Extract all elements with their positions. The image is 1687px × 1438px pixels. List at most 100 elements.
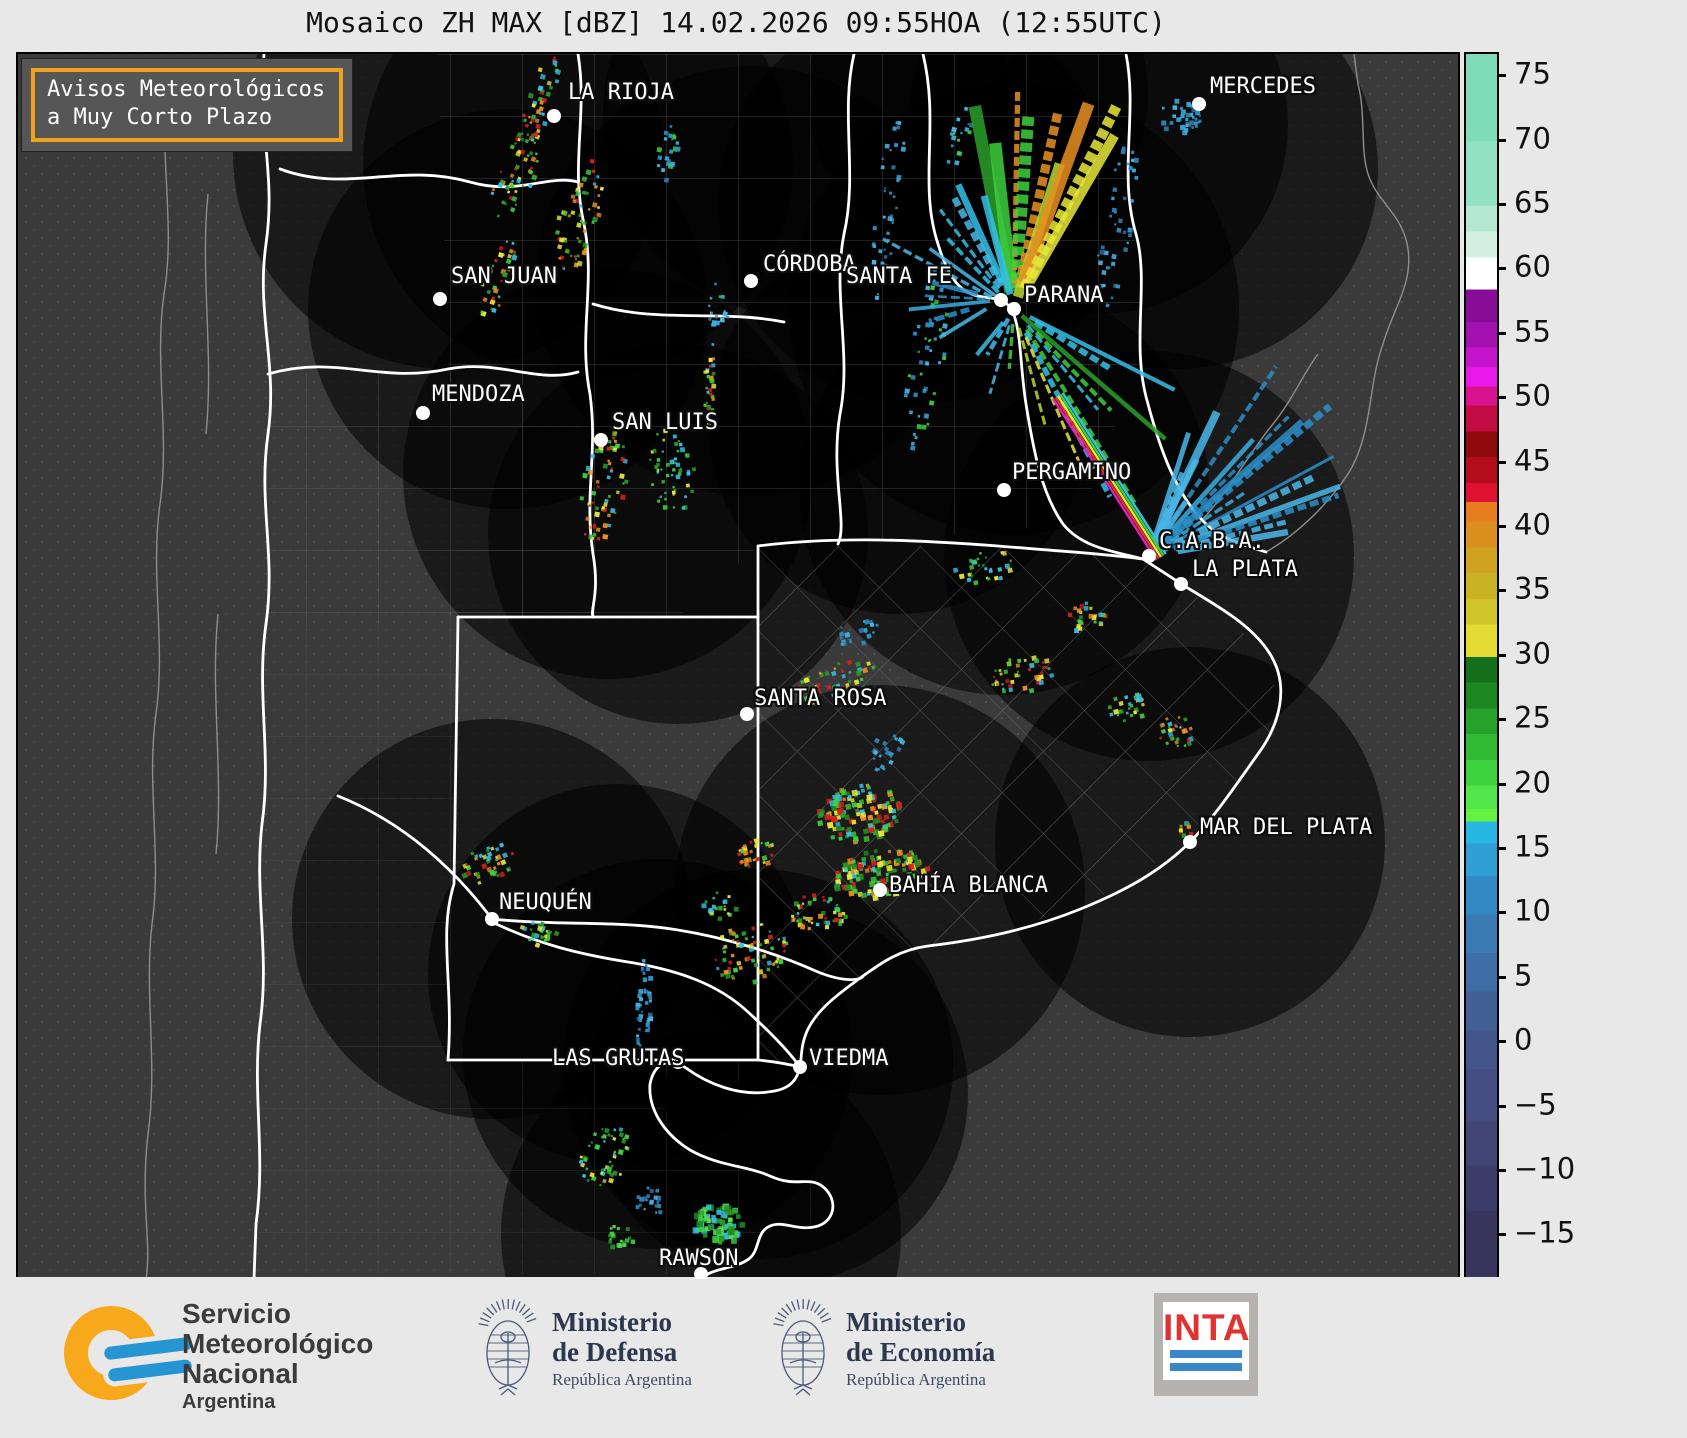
city-marker xyxy=(744,274,758,288)
product-title: Mosaico ZH MAX [dBZ] 14.02.2026 09:55HOA… xyxy=(306,6,1166,39)
colorbar-tick xyxy=(1497,1233,1506,1237)
defensa-emblem-icon xyxy=(477,1289,539,1411)
echo-cluster xyxy=(490,131,541,218)
colorbar-tick-label: −5 xyxy=(1514,1086,1557,1121)
ministry-title: Ministerio xyxy=(846,1307,966,1337)
city-marker xyxy=(994,293,1008,307)
city-label: MERCEDES xyxy=(1210,74,1316,99)
inta-logo-frame: INTA xyxy=(1163,1302,1251,1381)
city-label: MENDOZA xyxy=(432,382,525,407)
warning-banner[interactable]: Avisos Meteorológicos a Muy Corto Plazo xyxy=(22,59,353,151)
city-label: CÓRDOBA xyxy=(763,252,856,277)
colorbar-tick xyxy=(1497,782,1506,786)
colorbar-tick xyxy=(1497,138,1506,142)
ministry-title: de Defensa xyxy=(552,1337,678,1368)
colorbar-tick xyxy=(1497,1104,1506,1108)
smn-name-line: Meteorológico xyxy=(182,1328,374,1360)
city-marker xyxy=(1183,835,1197,849)
echo-cluster xyxy=(692,1203,746,1245)
echo-cluster xyxy=(1067,601,1108,634)
city-marker xyxy=(433,292,447,306)
colorbar-tick-label: 55 xyxy=(1514,314,1551,349)
echo-cluster xyxy=(608,1224,636,1250)
city-label: C.A.B.A. xyxy=(1159,529,1265,554)
echo-cluster xyxy=(701,891,739,921)
colorbar-tick-label: 15 xyxy=(1514,829,1551,864)
city-label: LA RIOJA xyxy=(568,80,674,105)
economia-emblem-icon xyxy=(772,1289,834,1411)
echo-ray-fan xyxy=(975,317,1015,395)
echo-cluster xyxy=(714,923,789,985)
smn-logo-icon xyxy=(64,1306,193,1410)
colorbar-tick-label: 35 xyxy=(1514,571,1551,606)
smn-logo-text: Servicio Meteorológico Nacional Argentin… xyxy=(182,1298,374,1413)
city-label: SAN JUAN xyxy=(451,264,557,289)
echo-cluster xyxy=(656,124,681,183)
colorbar-tick-label: 0 xyxy=(1514,1022,1533,1057)
ministry-subtitle: República Argentina xyxy=(552,1370,692,1390)
defensa-logo-text: Ministerio de Defensa República Argentin… xyxy=(552,1307,692,1390)
colorbar-tick-label: 20 xyxy=(1514,764,1551,799)
city-marker xyxy=(416,406,430,420)
colorbar-tick xyxy=(1497,331,1506,335)
inta-wordmark: INTA xyxy=(1163,1307,1251,1348)
echo-cluster xyxy=(555,158,604,271)
colorbar-tick-label: 30 xyxy=(1514,636,1551,671)
inta-logo: INTA xyxy=(1154,1293,1258,1397)
warning-banner-line2: a Muy Corto Plazo xyxy=(47,104,273,130)
echo-ray-fan xyxy=(1152,365,1342,555)
colorbar-tick xyxy=(1497,975,1506,979)
city-label: MAR DEL PLATA xyxy=(1200,815,1373,840)
footer-logos: Servicio Meteorológico Nacional Argentin… xyxy=(0,1277,1687,1438)
dbz-colorbar xyxy=(1464,52,1499,1281)
echo-cluster xyxy=(1107,692,1145,723)
radar-product-screenshot: { "title": "Mosaico ZH MAX [dBZ] 14.02.2… xyxy=(0,0,1687,1438)
colorbar-tick-label: 40 xyxy=(1514,507,1551,542)
colorbar-tick xyxy=(1497,718,1506,722)
colorbar-tick xyxy=(1497,525,1506,529)
echo-cluster xyxy=(839,619,879,647)
echo-cluster xyxy=(520,56,562,156)
warning-banner-frame: Avisos Meteorológicos a Muy Corto Plazo xyxy=(31,68,344,142)
ministry-title: Ministerio xyxy=(552,1307,672,1337)
echo-cluster xyxy=(519,920,560,949)
city-marker xyxy=(594,433,608,447)
city-label: SANTA FE xyxy=(846,264,952,289)
city-label: NEUQUÉN xyxy=(499,890,592,915)
colorbar-tick-label: 65 xyxy=(1514,185,1551,220)
radar-echo-layer xyxy=(461,56,1342,1250)
colorbar-tick xyxy=(1497,396,1506,400)
city-marker xyxy=(793,1060,807,1074)
smn-name-line: Nacional xyxy=(182,1358,299,1390)
colorbar-tick-label: −15 xyxy=(1514,1215,1576,1250)
city-marker xyxy=(485,912,499,926)
city-label: PERGAMINO xyxy=(1012,460,1132,485)
echo-cluster xyxy=(635,959,654,1047)
echo-cluster xyxy=(708,282,730,327)
echo-cluster xyxy=(578,1127,630,1187)
echo-cluster xyxy=(952,550,1013,586)
colorbar-tick xyxy=(1497,460,1506,464)
ministry-subtitle: República Argentina xyxy=(846,1370,986,1390)
colorbar-tick-label: −10 xyxy=(1514,1151,1576,1186)
city-marker xyxy=(547,109,561,123)
echo-cluster xyxy=(791,893,848,931)
colorbar-tick xyxy=(1497,847,1506,851)
echo-cluster xyxy=(991,655,1055,694)
colorbar-tick xyxy=(1497,202,1506,206)
colorbar-tick-label: 70 xyxy=(1514,120,1551,155)
inta-bar-icon xyxy=(1170,1350,1242,1359)
city-label: VIEDMA xyxy=(809,1046,889,1071)
city-marker xyxy=(1192,97,1206,111)
city-label: SANTA ROSA xyxy=(754,686,887,711)
colorbar-tick xyxy=(1497,1169,1506,1173)
colorbar-tick xyxy=(1497,74,1506,78)
warning-banner-line1: Avisos Meteorológicos xyxy=(47,77,326,102)
smn-logo xyxy=(64,1306,193,1410)
echo-cluster xyxy=(871,733,906,772)
echo-cluster xyxy=(461,842,515,886)
smn-country: Argentina xyxy=(182,1390,276,1413)
city-label: BAHÍA BLANCA xyxy=(889,873,1048,898)
colorbar-tick-label: 5 xyxy=(1514,958,1533,993)
city-marker xyxy=(997,483,1011,497)
